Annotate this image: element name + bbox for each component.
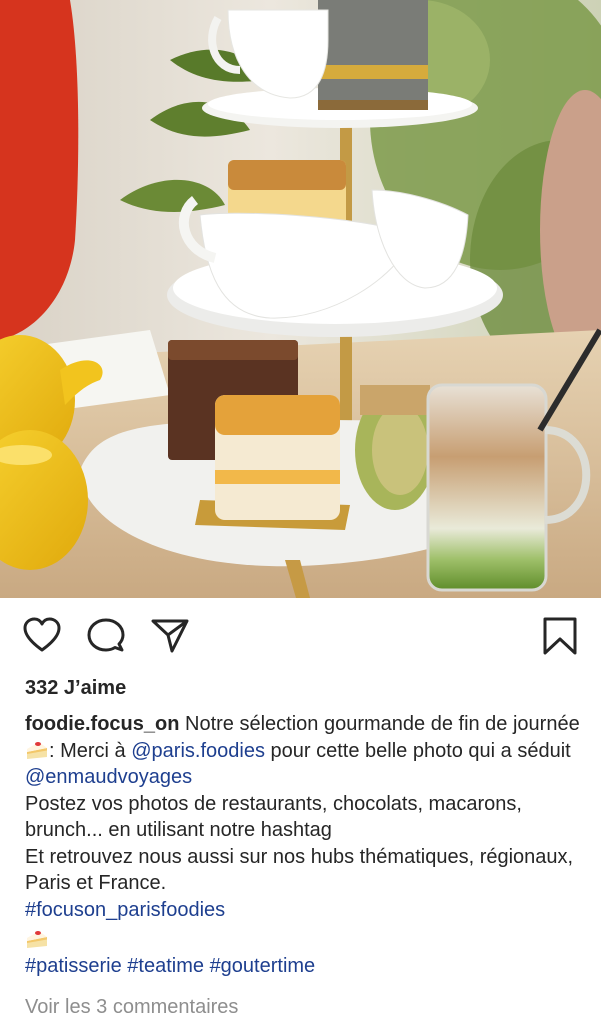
post-photo[interactable]: [0, 0, 601, 598]
heart-icon: [23, 617, 61, 652]
hashtag-link[interactable]: #focuson_parisfoodies: [25, 899, 225, 921]
caption-text: : Merci à: [49, 739, 132, 762]
post-action-bar: [0, 612, 601, 662]
likes-count[interactable]: 332 J’aime: [25, 677, 126, 700]
hashtag-link[interactable]: #teatime: [127, 955, 204, 977]
cake-emoji-icon: [27, 741, 47, 759]
like-button[interactable]: [22, 616, 62, 656]
hashtag-link[interactable]: #patisserie: [25, 955, 122, 977]
post-photo-illustration: [0, 0, 601, 598]
mention-link[interactable]: @paris.foodies: [131, 740, 265, 762]
post-caption: foodie.focus_on Notre sélection gourmand…: [25, 711, 585, 980]
hashtag-link[interactable]: #goutertime: [210, 955, 316, 977]
caption-paragraph: Et retrouvez nous aussi sur nos hubs thé…: [25, 845, 574, 895]
view-comments-link[interactable]: Voir les 3 commentaires: [25, 996, 238, 1019]
mention-link[interactable]: @enmaudvoyages: [25, 766, 192, 788]
cake-emoji-icon: [27, 931, 47, 948]
caption-paragraph: Postez vos photos de restaurants, chocol…: [25, 792, 522, 842]
save-button[interactable]: [540, 616, 580, 656]
bookmark-icon: [543, 617, 577, 655]
caption-text: Notre sélection gourmande de fin de jour…: [179, 713, 580, 735]
share-button[interactable]: [150, 616, 190, 656]
comment-bubble-icon: [87, 618, 125, 652]
comment-button[interactable]: [86, 616, 126, 656]
caption-text: pour cette belle photo qui a séduit: [264, 739, 571, 762]
caption-username[interactable]: foodie.focus_on: [25, 713, 179, 735]
paper-plane-icon: [151, 619, 189, 653]
